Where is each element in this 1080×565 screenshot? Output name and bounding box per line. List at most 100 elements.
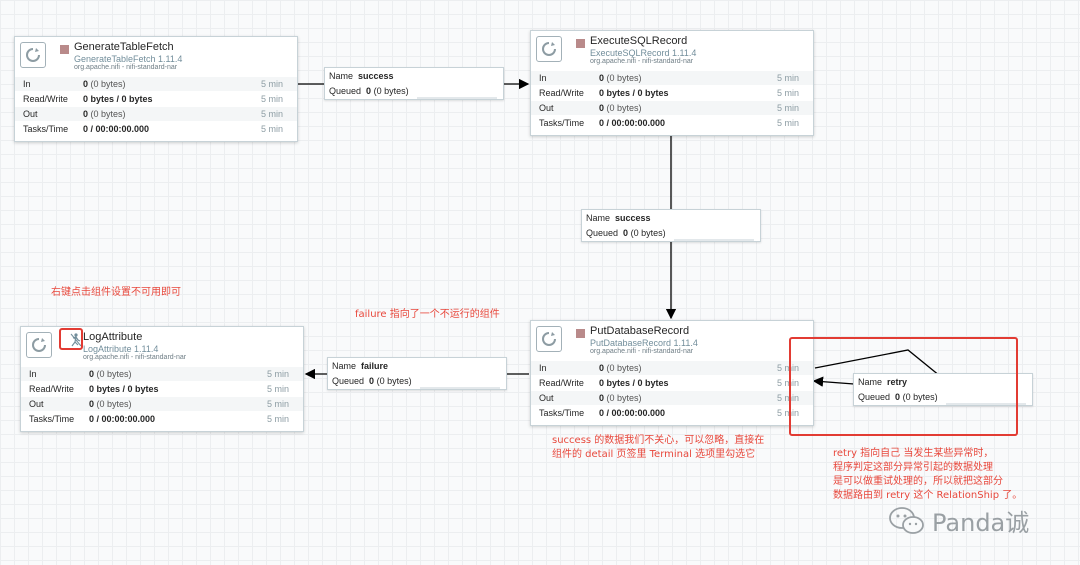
- stat-time: 5 min: [260, 79, 283, 89]
- annotation-line: 是可以做重试处理的，所以就把这部分: [833, 476, 1003, 487]
- stat-label: In: [539, 363, 547, 373]
- stat-label: Out: [539, 103, 554, 113]
- stat-label: Out: [23, 109, 38, 119]
- processor-executesqlrecord[interactable]: ExecuteSQLRecord ExecuteSQLRecord 1.11.4…: [530, 30, 814, 136]
- processor-putdatabaserecord[interactable]: PutDatabaseRecord PutDatabaseRecord 1.11…: [530, 320, 814, 426]
- processor-bundle: org.apache.nifi - nifi-standard-nar: [590, 348, 694, 355]
- annotation-disable: 右键点击组件设置不可用即可: [51, 287, 181, 298]
- stat-row-out: Out 0 (0 bytes) 5 min: [531, 391, 813, 406]
- connection-queued: Queued 0 (0 bytes): [332, 376, 412, 386]
- stat-value: 0 / 00:00:00.000: [83, 124, 150, 134]
- stat-row-out: Out 0 (0 bytes) 5 min: [15, 107, 297, 122]
- stat-value: 0 / 00:00:00.000: [89, 414, 156, 424]
- stat-time: 5 min: [260, 109, 283, 119]
- annotation-retry: retry 指向自己 当发生某些异常时， 程序判定这部分异常引起的数据处理 是可…: [833, 447, 1022, 503]
- processor-icon: [536, 326, 562, 352]
- annotation-failure: failure 指向了一个不运行的组件: [355, 309, 500, 320]
- stat-value: 0 bytes / 0 bytes: [83, 94, 153, 104]
- stat-value: 0 (0 bytes): [89, 369, 132, 379]
- stat-row-out: Out 0 (0 bytes) 5 min: [21, 397, 303, 412]
- processor-icon: [20, 42, 46, 68]
- connection-queued: Queued 0 (0 bytes): [586, 228, 666, 238]
- stopped-icon: [576, 329, 585, 338]
- stat-label: Read/Write: [539, 378, 584, 388]
- watermark: Panda诚: [888, 503, 1029, 538]
- disabled-highlight-box: [59, 328, 83, 350]
- processor-bundle: org.apache.nifi - nifi-standard-nar: [74, 64, 178, 71]
- stat-row-tasks: Tasks/Time 0 / 00:00:00.000 5 min: [531, 406, 813, 421]
- processor-name: GenerateTableFetch: [74, 41, 174, 53]
- stat-time: 5 min: [260, 124, 283, 134]
- stat-label: Read/Write: [23, 94, 68, 104]
- stat-row-tasks: Tasks/Time 0 / 00:00:00.000 5 min: [21, 412, 303, 427]
- stat-time: 5 min: [266, 414, 289, 424]
- connection-name: Name success: [586, 213, 651, 223]
- stat-label: Read/Write: [539, 88, 584, 98]
- stat-label: Read/Write: [29, 384, 74, 394]
- processor-bundle: org.apache.nifi - nifi-standard-nar: [83, 354, 187, 361]
- queue-bar: [417, 97, 497, 99]
- stat-row-in: In 0 (0 bytes) 5 min: [531, 71, 813, 86]
- connection-name: Name success: [329, 71, 394, 81]
- queue-bar: [674, 239, 754, 241]
- stat-row-readwrite: Read/Write 0 bytes / 0 bytes 5 min: [531, 376, 813, 391]
- connection-success-1[interactable]: Name success Queued 0 (0 bytes): [324, 67, 504, 100]
- stat-value: 0 / 00:00:00.000: [599, 118, 666, 128]
- annotation-success: success 的数据我们不关心，可以忽略，直接在 组件的 detail 页签里…: [552, 434, 764, 462]
- processor-type: LogAttribute 1.11.4: [83, 344, 159, 354]
- annotation-line: retry 指向自己 当发生某些异常时，: [833, 448, 994, 459]
- processor-icon: [536, 36, 562, 62]
- stat-row-in: In 0 (0 bytes) 5 min: [15, 77, 297, 92]
- annotation-line: 组件的 detail 页签里 Terminal 选项里勾选它: [552, 449, 756, 460]
- stat-label: Tasks/Time: [539, 118, 585, 128]
- processor-icon: [26, 332, 52, 358]
- stat-time: 5 min: [266, 384, 289, 394]
- stat-label: Out: [539, 393, 554, 403]
- stat-label: Tasks/Time: [29, 414, 75, 424]
- processor-type: PutDatabaseRecord 1.11.4: [590, 338, 698, 348]
- stat-time: 5 min: [776, 103, 799, 113]
- stat-row-readwrite: Read/Write 0 bytes / 0 bytes 5 min: [15, 92, 297, 107]
- processor-type: ExecuteSQLRecord 1.11.4: [590, 48, 697, 58]
- stat-row-in: In 0 (0 bytes) 5 min: [21, 367, 303, 382]
- stat-time: 5 min: [776, 73, 799, 83]
- processor-name: PutDatabaseRecord: [590, 325, 690, 337]
- annotation-line: success 的数据我们不关心，可以忽略，直接在: [552, 435, 765, 446]
- processor-name: ExecuteSQLRecord: [590, 35, 688, 47]
- stat-value: 0 bytes / 0 bytes: [599, 88, 669, 98]
- connection-queued: Queued 0 (0 bytes): [329, 86, 409, 96]
- stat-label: In: [539, 73, 547, 83]
- stat-row-tasks: Tasks/Time 0 / 00:00:00.000 5 min: [531, 116, 813, 131]
- stat-value: 0 (0 bytes): [599, 363, 642, 373]
- wechat-icon: [889, 506, 924, 534]
- stopped-icon: [60, 45, 69, 54]
- stat-time: 5 min: [266, 399, 289, 409]
- queue-bar: [420, 387, 500, 389]
- connection-success-2[interactable]: Name success Queued 0 (0 bytes): [581, 209, 761, 242]
- annotation-line: 数据路由到 retry 这个 RelationShip 了。: [833, 490, 1023, 501]
- stat-value: 0 (0 bytes): [89, 399, 132, 409]
- stat-time: 5 min: [266, 369, 289, 379]
- stat-value: 0 / 00:00:00.000: [599, 408, 666, 418]
- stat-label: Out: [29, 399, 44, 409]
- connection-name: Name failure: [332, 361, 389, 371]
- stat-row-in: In 0 (0 bytes) 5 min: [531, 361, 813, 376]
- processor-generatetablefetch[interactable]: GenerateTableFetch GenerateTableFetch 1.…: [14, 36, 298, 142]
- processor-bundle: org.apache.nifi - nifi-standard-nar: [590, 58, 694, 65]
- stopped-icon: [576, 39, 585, 48]
- stat-label: In: [23, 79, 31, 89]
- stat-row-tasks: Tasks/Time 0 / 00:00:00.000 5 min: [15, 122, 297, 137]
- stat-value: 0 (0 bytes): [599, 73, 642, 83]
- stat-value: 0 bytes / 0 bytes: [599, 378, 669, 388]
- processor-type: GenerateTableFetch 1.11.4: [74, 54, 183, 64]
- stat-value: 0 (0 bytes): [83, 109, 126, 119]
- stat-time: 5 min: [260, 94, 283, 104]
- stat-label: Tasks/Time: [539, 408, 585, 418]
- stat-row-readwrite: Read/Write 0 bytes / 0 bytes 5 min: [21, 382, 303, 397]
- stat-row-readwrite: Read/Write 0 bytes / 0 bytes 5 min: [531, 86, 813, 101]
- retry-highlight-box: [789, 337, 1018, 436]
- stat-value: 0 (0 bytes): [83, 79, 126, 89]
- processor-name: LogAttribute: [83, 331, 143, 343]
- connection-failure[interactable]: Name failure Queued 0 (0 bytes): [327, 357, 507, 390]
- stat-value: 0 (0 bytes): [599, 103, 642, 113]
